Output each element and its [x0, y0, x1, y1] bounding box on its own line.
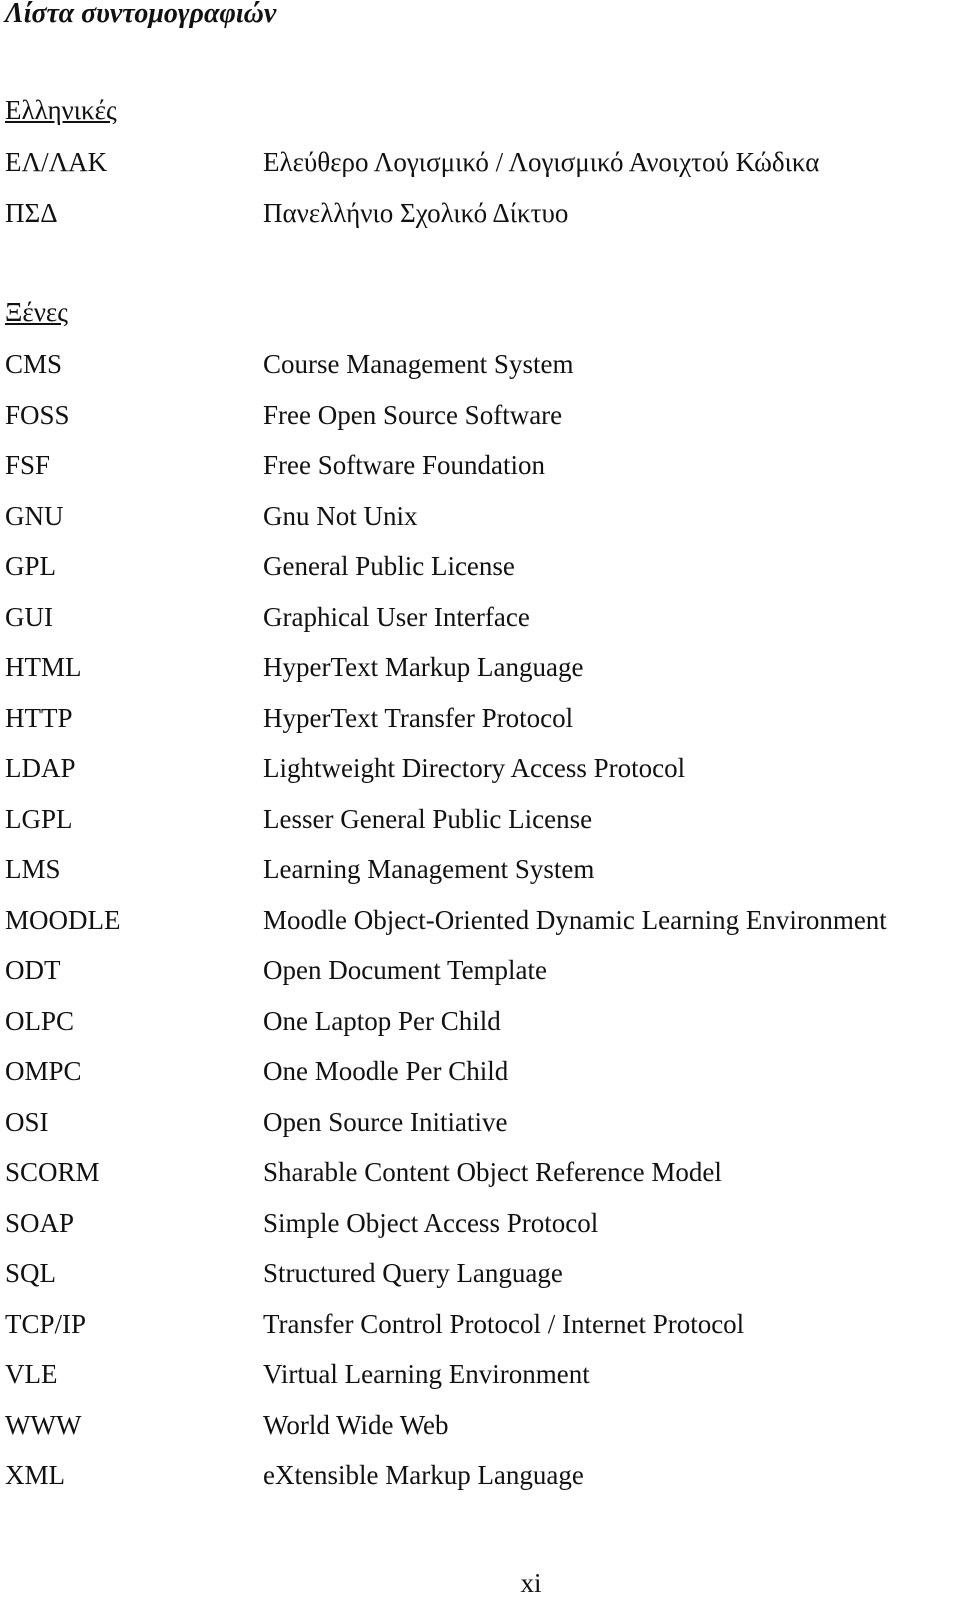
abbreviation-row: ΕΛ/ΛΑΚ Ελεύθερο Λογισμικό / Λογισμικό Αν…	[0, 145, 960, 185]
abbreviation-row: SOAP Simple Object Access Protocol	[0, 1206, 960, 1246]
abbreviation: LMS	[5, 854, 61, 884]
abbreviation-definition: One Moodle Per Child	[263, 1056, 509, 1086]
abbreviation-definition: General Public License	[263, 551, 515, 581]
abbreviation: CMS	[5, 349, 63, 379]
abbreviation-row: OMPC One Moodle Per Child	[0, 1054, 960, 1094]
abbreviation-definition: HyperText Transfer Protocol	[263, 702, 574, 733]
abbreviation-definition: HyperText Markup Language	[263, 652, 584, 682]
abbreviation-definition: World Wide Web	[263, 1409, 449, 1440]
abbreviation-row: HTML HyperText Markup Language	[0, 650, 960, 690]
abbreviation-definition: Open Source Initiative	[263, 1106, 508, 1137]
abbreviation: LDAP	[5, 753, 76, 783]
abbreviation-row: FOSS Free Open Source Software	[0, 398, 960, 438]
abbreviation: LGPL	[5, 803, 73, 834]
abbreviation-definition: Lesser General Public License	[263, 803, 593, 834]
abbreviation-row: FSF Free Software Foundation	[0, 448, 960, 488]
abbreviation-row: VLE Virtual Learning Environment	[0, 1357, 960, 1397]
abbreviation-definition: Sharable Content Object Reference Model	[263, 1157, 722, 1187]
abbreviation-row: TCP/IP Transfer Control Protocol / Intern…	[0, 1307, 960, 1347]
abbreviation-row: WWW World Wide Web	[0, 1408, 960, 1448]
abbreviation-row: SQL Structured Query Language	[0, 1256, 960, 1296]
section-heading-greek: Ελληνικές	[5, 95, 117, 125]
abbreviation-definition: Simple Object Access Protocol	[263, 1207, 599, 1238]
abbreviation: SOAP	[5, 1207, 75, 1238]
abbreviation-definition: Free Open Source Software	[263, 399, 563, 430]
abbreviation: ΕΛ/ΛΑΚ	[5, 147, 108, 177]
abbreviation: FSF	[5, 450, 51, 480]
abbreviation: FOSS	[5, 399, 70, 430]
abbreviation-row: LGPL Lesser General Public License	[0, 802, 960, 842]
abbreviation-definition: Open Document Template	[263, 955, 548, 985]
page-title: Λίστα συντομογραφιών	[5, 0, 277, 29]
abbreviation-definition: Learning Management System	[263, 854, 595, 884]
abbreviation: TCP/IP	[5, 1308, 87, 1339]
abbreviation: VLE	[5, 1359, 58, 1389]
abbreviation-definition: Πανελλήνιο Σχολικό Δίκτυο	[263, 198, 569, 228]
abbreviation-row: ΠΣΔ Πανελλήνιο Σχολικό Δίκτυο	[0, 196, 960, 236]
abbreviation: HTTP	[5, 702, 73, 733]
abbreviation: ODT	[5, 955, 61, 985]
abbreviation-row: ODT Open Document Template	[0, 953, 960, 993]
abbreviation: SCORM	[5, 1157, 100, 1187]
abbreviation-definition: Course Management System	[263, 349, 574, 379]
abbreviation-row: SCORM Sharable Content Object Reference M…	[0, 1155, 960, 1195]
abbreviation-row: OSI Open Source Initiative	[0, 1105, 960, 1145]
abbreviation: OLPC	[5, 1005, 75, 1036]
abbreviation-definition: Transfer Control Protocol / Internet Pro…	[263, 1308, 745, 1339]
abbreviation-row: GUI Graphical User Interface	[0, 600, 960, 640]
abbreviation-row: LMS Learning Management System	[0, 852, 960, 892]
abbreviation-row: HTTP HyperText Transfer Protocol	[0, 701, 960, 741]
page-number: xi	[520, 1568, 542, 1598]
abbreviation: GPL	[5, 551, 57, 581]
abbreviation: HTML	[5, 652, 82, 682]
abbreviation: OSI	[5, 1106, 49, 1137]
abbreviation-row: OLPC One Laptop Per Child	[0, 1004, 960, 1044]
abbreviation: GUI	[5, 601, 53, 632]
abbreviation-definition: Gnu Not Unix	[263, 500, 418, 531]
abbreviation-definition: eXtensible Markup Language	[263, 1460, 584, 1490]
abbreviation: MOODLE	[5, 904, 121, 935]
abbreviation: ΠΣΔ	[5, 198, 58, 228]
abbreviation-row: MOODLE Moodle Object-Oriented Dynamic Lea…	[0, 903, 960, 943]
abbreviation-row: GPL General Public License	[0, 549, 960, 589]
abbreviation-definition: Graphical User Interface	[263, 601, 530, 632]
abbreviation: GNU	[5, 500, 64, 531]
abbreviation: WWW	[5, 1409, 82, 1440]
abbreviation-definition: Free Software Foundation	[263, 450, 545, 480]
abbreviation-definition: Lightweight Directory Access Protocol	[263, 753, 686, 783]
abbreviation: OMPC	[5, 1056, 82, 1086]
abbreviation-definition: Structured Query Language	[263, 1258, 563, 1288]
abbreviation-definition: Moodle Object-Oriented Dynamic Learning …	[263, 904, 887, 935]
abbreviation: SQL	[5, 1258, 57, 1288]
abbreviation-definition: Ελεύθερο Λογισμικό / Λογισμικό Ανοιχτού …	[263, 147, 820, 177]
abbreviation-definition: Virtual Learning Environment	[263, 1359, 590, 1389]
abbreviation-row: GNU Gnu Not Unix	[0, 499, 960, 539]
abbreviation-definition: One Laptop Per Child	[263, 1005, 501, 1036]
abbreviation-row: CMS Course Management System	[0, 347, 960, 387]
section-heading-foreign: Ξένες	[5, 297, 68, 327]
abbreviation-row: XML eXtensible Markup Language	[0, 1458, 960, 1498]
abbreviation: XML	[5, 1460, 65, 1490]
abbreviation-row: LDAP Lightweight Directory Access Protoco…	[0, 751, 960, 791]
